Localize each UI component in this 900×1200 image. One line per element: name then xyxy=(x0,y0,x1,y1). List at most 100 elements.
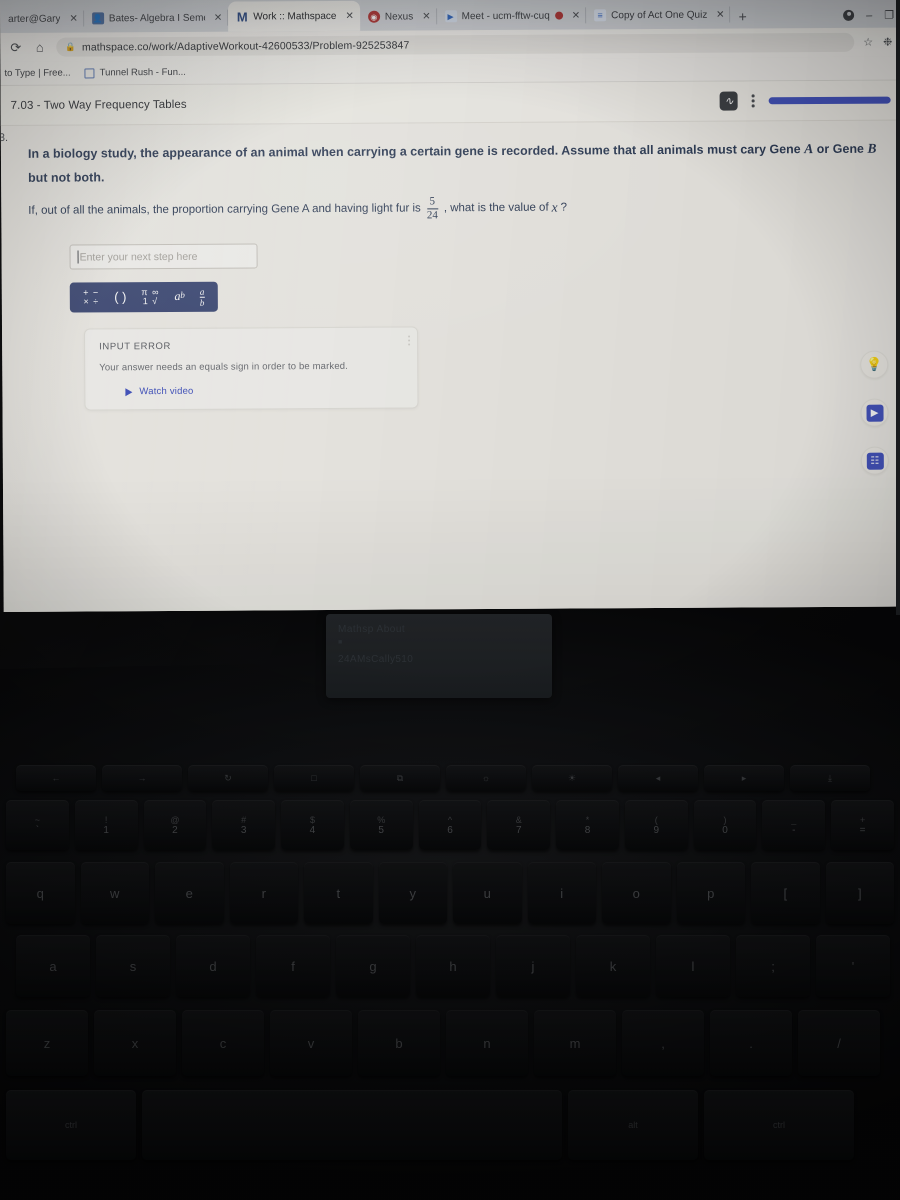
close-tab-icon[interactable]: ✕ xyxy=(572,10,580,21)
extensions-puzzle-icon[interactable]: ❉ xyxy=(883,36,892,49)
fraction-button-num: a xyxy=(199,286,205,297)
overlay-line-2: ■ xyxy=(338,639,343,646)
url-text: mathspace.co/work/AdaptiveWorkout-426005… xyxy=(81,39,410,54)
nexus-icon: ◉ xyxy=(367,10,380,23)
tab-title: Copy of Act One Quiz F xyxy=(611,9,708,21)
keyboard-key: ☼ xyxy=(446,765,526,791)
problem-question: If, out of all the animals, the proporti… xyxy=(28,194,881,225)
hint-button[interactable]: 💡 xyxy=(860,350,889,379)
error-message: Your answer needs an equals sign in orde… xyxy=(99,360,348,374)
keyboard-key: n xyxy=(446,1010,528,1076)
browser-tab-2[interactable]: M Work :: Mathspace ✕ xyxy=(228,0,360,32)
keyboard-key: j xyxy=(496,935,570,997)
keyboard-key: / xyxy=(798,1010,880,1076)
keyboard-key: h xyxy=(416,935,490,997)
keyboard-key: k xyxy=(576,935,650,997)
close-tab-icon[interactable]: ✕ xyxy=(716,9,724,20)
fraction-numerator: 5 xyxy=(429,195,436,208)
input-error-card: INPUT ERROR Your answer needs an equals … xyxy=(84,326,419,411)
fraction-button-den: b xyxy=(199,296,205,308)
keyboard-key: alt xyxy=(568,1090,698,1160)
tab-audio-indicator-icon xyxy=(554,11,563,20)
keyboard-key: p xyxy=(676,862,745,924)
watch-video-link[interactable]: Watch video xyxy=(125,385,403,398)
laptop-screen: arter@Gary ✕ 👤 Bates- Algebra I Semes ✕ … xyxy=(0,0,900,612)
operators-row-2: × ÷ xyxy=(83,296,100,307)
docs-icon: ≡ xyxy=(594,9,607,22)
browser-tab-1[interactable]: 👤 Bates- Algebra I Semes ✕ xyxy=(84,4,229,33)
window-controls: – ❐ xyxy=(843,9,900,28)
keyboard-key: a xyxy=(16,935,90,997)
bookmark-item-1[interactable]: Tunnel Rush - Fun... xyxy=(84,66,186,79)
keyboard-key: y xyxy=(378,862,447,924)
profile-icon[interactable] xyxy=(843,9,855,21)
address-bar[interactable]: 🔒 mathspace.co/work/AdaptiveWorkout-4260… xyxy=(56,32,855,57)
bookmark-label: Tunnel Rush - Fun... xyxy=(99,66,186,79)
fraction-button[interactable]: a b xyxy=(199,286,205,308)
problem-body: 3. In a biology study, the appearance of… xyxy=(0,120,900,411)
minimize-icon[interactable]: – xyxy=(866,9,872,21)
step-input-placeholder: Enter your next step here xyxy=(79,250,198,264)
keyboard-key: ~ ` xyxy=(6,800,69,850)
browser-tab-3[interactable]: ◉ Nexus ✕ xyxy=(360,2,437,30)
bookmark-item-0[interactable]: to Type | Free... xyxy=(4,68,70,79)
browser-tab-0[interactable]: arter@Gary ✕ xyxy=(0,4,84,33)
home-icon[interactable]: ⌂ xyxy=(32,40,47,55)
toolbar-actions: ☆ ❉ xyxy=(863,36,892,49)
keyboard-key: v xyxy=(270,1010,352,1076)
question-number: 3. xyxy=(0,131,9,145)
keyboard-key: ctrl xyxy=(704,1090,854,1160)
close-tab-icon[interactable]: ✕ xyxy=(345,10,353,21)
keyboard-key: x xyxy=(94,1010,176,1076)
video-play-icon: ▶ xyxy=(865,404,884,422)
browser-tab-strip: arter@Gary ✕ 👤 Bates- Algebra I Semes ✕ … xyxy=(0,0,900,33)
browser-tab-5[interactable]: ≡ Copy of Act One Quiz F ✕ xyxy=(586,1,731,30)
bookmark-label: to Type | Free... xyxy=(4,67,71,79)
symbols-button[interactable]: π ∞ 1 √ xyxy=(141,287,159,307)
keyboard-key: ' xyxy=(816,935,890,997)
question-end: ? xyxy=(560,201,568,214)
keyboard-key: o xyxy=(602,862,671,924)
symbols-row-2: 1 √ xyxy=(142,296,159,307)
error-title: INPUT ERROR xyxy=(99,340,172,353)
operators-button[interactable]: + − × ÷ xyxy=(83,288,100,307)
question-prefix: If, out of all the animals, the proporti… xyxy=(28,202,421,218)
step-input[interactable]: Enter your next step here xyxy=(69,243,258,270)
text-caret xyxy=(77,250,79,264)
keyboard-key: ^ 6 xyxy=(418,800,482,850)
close-tab-icon[interactable]: ✕ xyxy=(69,13,77,24)
tab-title: Meet - ucm-fftw-cuq xyxy=(461,10,550,22)
page-title: 7.03 - Two Way Frequency Tables xyxy=(10,98,187,112)
keyboard-key: _ - xyxy=(762,800,826,850)
maximize-icon[interactable]: ❐ xyxy=(884,9,894,22)
bookmark-star-icon[interactable]: ☆ xyxy=(863,36,873,49)
close-tab-icon[interactable]: ✕ xyxy=(422,11,430,22)
exponent-button[interactable]: a b xyxy=(174,289,185,303)
keyboard-key: ctrl xyxy=(6,1090,136,1160)
keyboard-key: (9 xyxy=(624,800,688,850)
overlay-line-3: 24AMsCally510 xyxy=(338,654,414,665)
browser-tab-4[interactable]: ▶ Meet - ucm-fftw-cuq ✕ xyxy=(437,1,587,30)
tab-title: Nexus xyxy=(384,10,414,23)
keyboard-key: b xyxy=(358,1010,440,1076)
close-tab-icon[interactable]: ✕ xyxy=(214,12,222,23)
reload-icon[interactable]: ⟳ xyxy=(8,39,23,55)
tab-title: Work :: Mathspace xyxy=(253,10,337,22)
tab-title: Bates- Algebra I Semes xyxy=(108,12,205,24)
play-triangle-icon xyxy=(125,387,133,396)
fraction-denominator: 24 xyxy=(426,208,438,223)
video-button[interactable]: ▶ xyxy=(860,398,889,427)
kebab-menu-icon[interactable] xyxy=(751,94,755,108)
bookmark-icon xyxy=(84,67,95,78)
keyboard-key: , xyxy=(622,1010,704,1076)
gene-a-symbol: A xyxy=(804,141,814,157)
keyboard-key: #3 xyxy=(212,800,276,850)
mathspace-app: 7.03 - Two Way Frequency Tables ∿ 3. In … xyxy=(0,80,900,612)
new-tab-button[interactable]: + xyxy=(731,8,755,28)
keyboard-key: r xyxy=(229,862,298,924)
parentheses-button[interactable]: ( ) xyxy=(114,289,126,304)
worksheet-button[interactable]: ☷ xyxy=(860,446,889,475)
scribble-pen-icon[interactable]: ∿ xyxy=(719,91,739,111)
keyboard-key: ← xyxy=(16,765,96,791)
unknown-symbol: x xyxy=(551,200,558,216)
